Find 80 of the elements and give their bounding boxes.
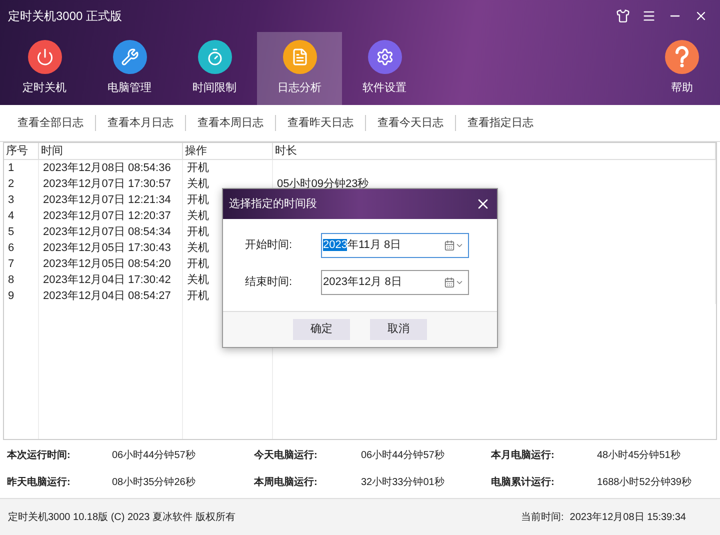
column-header: 时间 — [39, 143, 183, 159]
field-label: 结束时间: — [245, 275, 294, 290]
table-cell: 2023年12月05日 08:54:20 — [42, 258, 171, 270]
column-header: 序号 — [4, 143, 39, 159]
calendar-icon[interactable] — [444, 240, 464, 251]
stat-label: 本周电脑运行: — [254, 475, 318, 490]
table-cell: 6 — [7, 242, 14, 254]
stat-value: 32小时33分钟01秒 — [361, 476, 446, 490]
date-value: 2023年12月 8日 — [323, 275, 402, 290]
help-tab[interactable]: 帮助 — [652, 32, 712, 105]
copyright-text: 定时关机3000 10.18版 (C) 2023 夏冰软件 版权所有 — [8, 510, 236, 524]
table-cell: 开机 — [186, 290, 209, 302]
stat-label: 电脑累计运行: — [491, 475, 556, 490]
nav-icon — [368, 40, 402, 74]
dialog-button[interactable]: 取消 — [370, 319, 427, 340]
clock-text: 2023年12月08日 15:39:34 — [570, 510, 686, 524]
date-field[interactable]: 2023年11月 8日 — [321, 233, 469, 258]
nav-icon — [282, 40, 316, 74]
table-cell: 关机 — [186, 178, 209, 190]
toolbar-button[interactable]: 查看全部日志 — [6, 114, 95, 132]
nav-icon — [112, 40, 146, 74]
stat-label: 本月电脑运行: — [491, 448, 556, 463]
table-cell: 05小时09分钟23秒 — [276, 178, 369, 190]
table-cell: 2023年12月04日 17:30:42 — [42, 274, 171, 286]
skin-icon[interactable] — [616, 9, 630, 23]
calendar-icon[interactable] — [444, 277, 464, 288]
field-label: 开始时间: — [245, 238, 294, 254]
menu-icon[interactable] — [642, 9, 656, 23]
stat-value: 48小时45分钟51秒 — [597, 448, 682, 463]
close-icon[interactable] — [694, 9, 708, 23]
stat-label: 今天电脑运行: — [254, 448, 318, 463]
stat-label: 本次运行时间: — [7, 448, 72, 463]
toolbar-button[interactable]: 查看今天日志 — [366, 114, 455, 132]
table-cell: 2023年12月07日 08:54:34 — [42, 226, 171, 238]
table-cell: 关机 — [186, 210, 209, 222]
table-cell: 9 — [7, 290, 14, 302]
nav-tab[interactable]: 日志分析 — [257, 32, 342, 105]
table-cell: 开机 — [186, 194, 209, 206]
nav-tab[interactable]: 电脑管理 — [87, 32, 172, 105]
table-cell: 关机 — [186, 274, 209, 286]
stat-value: 1688小时52分钟39秒 — [597, 476, 692, 490]
nav-icon — [28, 40, 62, 74]
stat-value: 06小时44分钟57秒 — [361, 448, 446, 463]
table-cell: 开机 — [186, 226, 209, 238]
toolbar-button[interactable]: 查看昨天日志 — [276, 114, 365, 132]
table-cell: 2023年12月07日 12:20:37 — [42, 210, 171, 222]
table-cell: 2023年12月04日 08:54:27 — [42, 290, 171, 302]
table-cell: 4 — [7, 210, 14, 222]
column-header: 操作 — [183, 143, 273, 159]
column-header: 时长 — [273, 143, 716, 159]
toolbar-button[interactable]: 查看本周日志 — [186, 114, 275, 132]
nav-tab[interactable]: 软件设置 — [342, 32, 427, 105]
table-cell: 2023年12月07日 12:21:34 — [42, 194, 171, 206]
table-cell: 7 — [7, 258, 14, 270]
dialog-title: 选择指定的时间段 — [229, 196, 317, 212]
table-cell: 2 — [7, 178, 14, 190]
table-cell: 2023年12月08日 08:54:36 — [42, 162, 171, 174]
table-cell: 3 — [7, 194, 14, 206]
table-cell: 关机 — [186, 242, 209, 254]
table-cell: 1 — [7, 162, 14, 174]
date-value: 2023年11月 8日 — [323, 238, 402, 254]
toolbar-button[interactable]: 查看指定日志 — [456, 114, 545, 132]
table-cell: 开机 — [186, 162, 209, 174]
table-cell: 8 — [7, 274, 14, 286]
table-cell: 开机 — [186, 258, 209, 270]
table-cell: 5 — [7, 226, 14, 238]
window-title: 定时关机3000 正式版 — [8, 8, 122, 25]
toolbar-button[interactable]: 查看本月日志 — [96, 114, 185, 132]
nav-icon — [198, 40, 232, 74]
table-cell: 2023年12月05日 17:30:43 — [42, 242, 171, 254]
dialog-button[interactable]: 确定 — [293, 319, 350, 340]
help-icon — [665, 40, 699, 74]
stat-value: 06小时44分钟57秒 — [112, 448, 196, 463]
nav-tab[interactable]: 定时关机 — [2, 32, 87, 105]
date-field[interactable]: 2023年12月 8日 — [321, 270, 469, 295]
table-cell: 2023年12月07日 17:30:57 — [42, 178, 171, 190]
clock-label: 当前时间: — [521, 510, 564, 524]
stat-label: 昨天电脑运行: — [7, 475, 72, 490]
nav-tab[interactable]: 时间限制 — [172, 32, 257, 105]
stat-value: 08小时35分钟26秒 — [112, 476, 196, 490]
